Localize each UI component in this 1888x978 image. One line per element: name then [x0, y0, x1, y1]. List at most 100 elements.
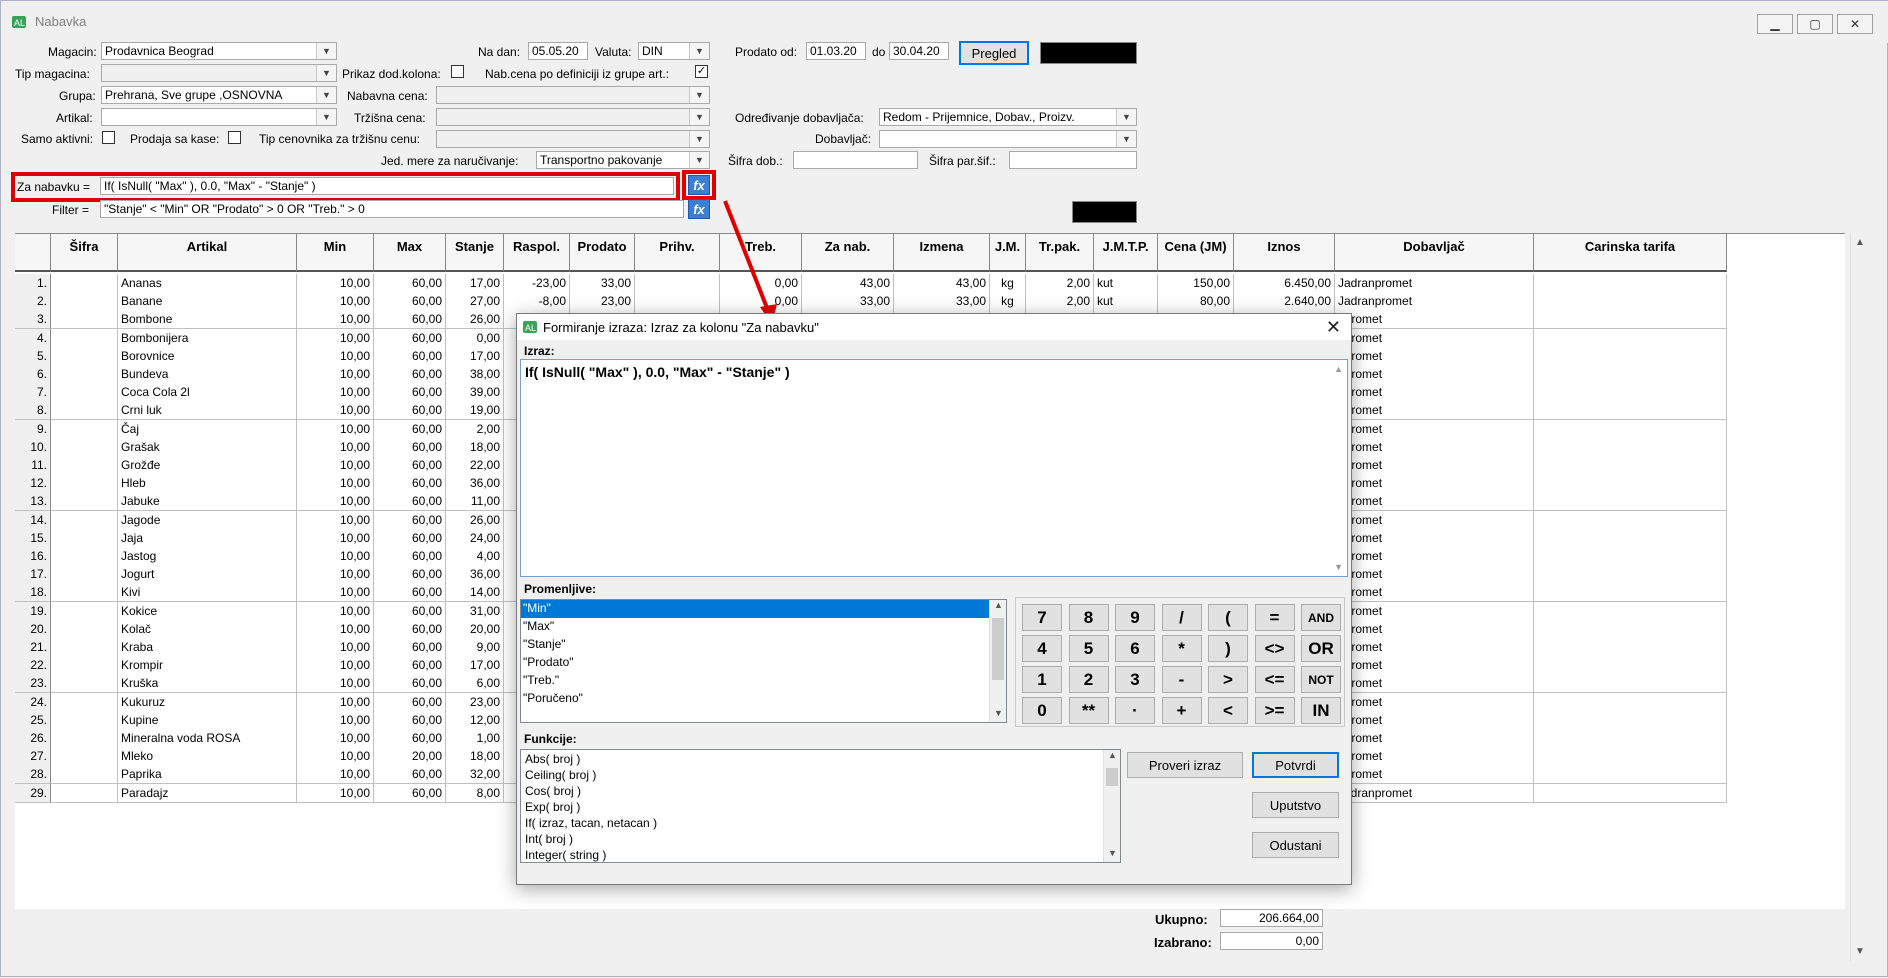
chevron-down-icon[interactable]: ▼ — [689, 43, 709, 59]
table-cell-dob[interactable]: npromet — [1335, 674, 1534, 694]
table-cell-max[interactable]: 60,00 — [374, 674, 446, 694]
promenljiva-item[interactable]: "Treb." — [521, 672, 989, 690]
table-cell-dob[interactable]: npromet — [1335, 710, 1534, 730]
promenljiva-item[interactable]: "Min" — [521, 600, 989, 618]
table-cell-dob[interactable]: npromet — [1335, 328, 1534, 348]
table-cell-stanje[interactable]: 20,00 — [446, 619, 504, 639]
table-cell-dob[interactable]: npromet — [1335, 365, 1534, 384]
row-number[interactable]: 25. — [15, 710, 51, 730]
table-cell-sifra[interactable] — [51, 656, 118, 676]
table-cell-dob[interactable]: npromet — [1335, 437, 1534, 457]
table-cell-artikal[interactable]: Kokice — [118, 601, 297, 621]
table-cell-tarifa[interactable] — [1534, 437, 1727, 457]
table-cell-max[interactable]: 60,00 — [374, 419, 446, 439]
table-cell-min[interactable]: 10,00 — [297, 601, 374, 621]
table-cell-dob[interactable]: npromet — [1335, 619, 1534, 639]
table-cell-raspol[interactable]: -23,00 — [504, 274, 570, 293]
table-cell-max[interactable]: 60,00 — [374, 474, 446, 494]
promenljiva-item[interactable]: "Prodato" — [521, 654, 989, 672]
table-cell-stanje[interactable]: 26,00 — [446, 510, 504, 530]
table-cell-stanje[interactable]: 17,00 — [446, 274, 504, 293]
table-cell-tarifa[interactable] — [1534, 365, 1727, 384]
minimize-button[interactable]: ▁ — [1757, 14, 1793, 34]
promenljive-scrollbar[interactable]: ▲ ▼ — [989, 600, 1006, 722]
key-button[interactable]: <= — [1254, 666, 1295, 693]
table-cell-artikal[interactable]: Bundeva — [118, 365, 297, 384]
table-cell-izmena[interactable]: 43,00 — [894, 274, 990, 293]
sifra-dob-field[interactable] — [793, 151, 918, 169]
promenljiva-item[interactable]: "Poručeno" — [521, 690, 989, 708]
izraz-textarea[interactable]: If( IsNull( "Max" ), 0.0, "Max" - "Stanj… — [520, 359, 1348, 577]
key-button[interactable]: IN — [1301, 697, 1341, 724]
row-number[interactable]: 5. — [15, 346, 51, 366]
row-number[interactable]: 12. — [15, 474, 51, 494]
table-cell-dob[interactable]: npromet — [1335, 638, 1534, 657]
table-cell-stanje[interactable]: 14,00 — [446, 583, 504, 603]
funkcija-item[interactable]: Int( broj ) — [521, 832, 1120, 848]
table-cell-stanje[interactable]: 12,00 — [446, 710, 504, 730]
dobavljac-combo[interactable]: ▼ — [879, 130, 1137, 148]
table-cell-trpak[interactable]: 2,00 — [1026, 292, 1094, 312]
table-cell-min[interactable]: 10,00 — [297, 565, 374, 585]
na-dan-field[interactable]: 05.05.20 — [528, 42, 588, 60]
table-cell-max[interactable]: 60,00 — [374, 601, 446, 621]
odredjivanje-combo[interactable]: Redom - Prijemnice, Dobav., Proizv. ▼ — [879, 108, 1137, 126]
table-cell-treb[interactable]: 0,00 — [720, 292, 802, 312]
table-cell-min[interactable]: 10,00 — [297, 674, 374, 694]
potvrdi-button[interactable]: Potvrdi — [1252, 752, 1339, 778]
sifra-par-field[interactable] — [1009, 151, 1137, 169]
table-cell-tarifa[interactable] — [1534, 601, 1727, 621]
table-cell-dob[interactable]: npromet — [1335, 401, 1534, 421]
table-cell-sifra[interactable] — [51, 528, 118, 548]
row-number[interactable]: 10. — [15, 437, 51, 457]
table-cell-tarifa[interactable] — [1534, 619, 1727, 639]
valuta-combo[interactable]: DIN ▼ — [638, 42, 710, 60]
table-cell-min[interactable]: 10,00 — [297, 729, 374, 748]
column-header-trpak[interactable]: Tr.pak. — [1026, 234, 1094, 272]
table-cell-max[interactable]: 60,00 — [374, 729, 446, 748]
table-cell-sifra[interactable] — [51, 547, 118, 566]
key-button[interactable]: NOT — [1301, 666, 1341, 693]
table-cell-min[interactable]: 10,00 — [297, 492, 374, 512]
table-cell-stanje[interactable]: 27,00 — [446, 292, 504, 312]
table-cell-sifra[interactable] — [51, 765, 118, 785]
column-header-max[interactable]: Max — [374, 234, 446, 272]
promenljiva-item[interactable]: "Stanje" — [521, 636, 989, 654]
table-cell-sifra[interactable] — [51, 583, 118, 603]
table-cell-min[interactable]: 10,00 — [297, 474, 374, 494]
row-number[interactable]: 24. — [15, 692, 51, 712]
table-cell-max[interactable]: 60,00 — [374, 328, 446, 348]
table-cell-dob[interactable]: Jadranpromet — [1335, 292, 1534, 312]
scroll-down-icon[interactable]: ▼ — [1334, 562, 1343, 572]
table-cell-artikal[interactable]: Bombone — [118, 310, 297, 330]
table-cell-min[interactable]: 10,00 — [297, 510, 374, 530]
key-button[interactable]: > — [1208, 666, 1248, 693]
table-cell-stanje[interactable]: 17,00 — [446, 346, 504, 366]
table-cell-tarifa[interactable] — [1534, 765, 1727, 785]
prodato-od-field[interactable]: 01.03.20 — [806, 42, 866, 60]
table-cell-stanje[interactable]: 11,00 — [446, 492, 504, 512]
table-cell-tarifa[interactable] — [1534, 710, 1727, 730]
table-cell-min[interactable]: 10,00 — [297, 547, 374, 566]
table-cell-max[interactable]: 60,00 — [374, 656, 446, 676]
table-cell-sifra[interactable] — [51, 619, 118, 639]
table-cell-stanje[interactable]: 26,00 — [446, 310, 504, 330]
table-cell-zanab[interactable]: 33,00 — [802, 292, 894, 312]
table-cell-trpak[interactable]: 2,00 — [1026, 274, 1094, 293]
table-cell-tarifa[interactable] — [1534, 583, 1727, 603]
column-header-jm[interactable]: J.M. — [990, 234, 1026, 272]
row-number[interactable]: 18. — [15, 583, 51, 603]
table-cell-artikal[interactable]: Mleko — [118, 747, 297, 767]
table-cell-tarifa[interactable] — [1534, 747, 1727, 767]
table-cell-min[interactable]: 10,00 — [297, 765, 374, 785]
key-button[interactable]: 5 — [1068, 635, 1109, 662]
grid-scrollbar[interactable]: ▲ ▼ — [1850, 233, 1869, 961]
chevron-down-icon[interactable]: ▼ — [316, 109, 336, 125]
column-header-dob[interactable]: Dobavljač — [1335, 234, 1534, 272]
table-cell-max[interactable]: 60,00 — [374, 383, 446, 403]
table-cell-tarifa[interactable] — [1534, 310, 1727, 330]
table-cell-tarifa[interactable] — [1534, 383, 1727, 403]
nabavna-cena-combo[interactable]: ▼ — [436, 86, 710, 104]
row-number[interactable]: 27. — [15, 747, 51, 767]
funkcije-list[interactable]: Abs( broj ) Ceiling( broj ) Cos( broj ) Exp… — [520, 749, 1121, 863]
